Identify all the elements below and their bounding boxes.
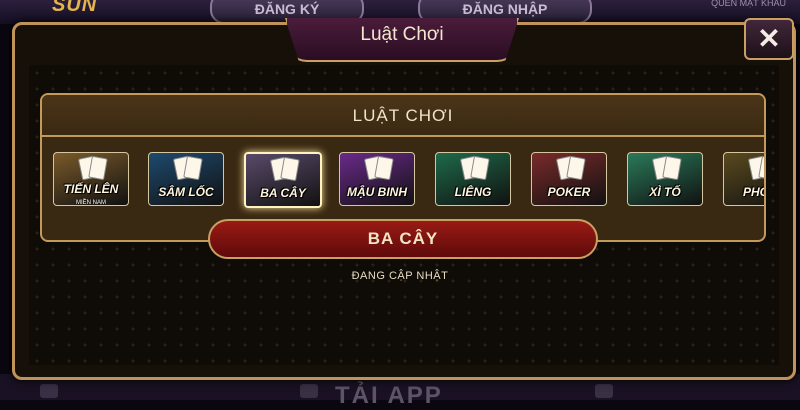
playing-card-icon [470,155,490,181]
playing-card-icon [374,155,394,181]
game-tile[interactable]: MẬU BINH [339,152,415,206]
playing-card-icon [280,156,300,182]
playing-card-icon [662,155,682,181]
card-icon[interactable] [300,384,318,398]
game-tile-label: TIẾN LÊN [63,182,119,196]
game-logo: SUN [52,0,98,16]
game-tile[interactable]: PHỎM [723,152,764,206]
game-tile-sublabel: MIỀN NAM [76,200,106,206]
playing-card-icon [183,155,203,181]
game-tile-label: MẬU BINH [347,185,407,199]
game-tile-label: SÂM LỐC [158,185,214,199]
panel-title: LUẬT CHƠI [42,95,764,137]
forgot-password-link[interactable]: QUÊN MẬT KHẨU [711,0,786,8]
playing-card-icon [566,155,586,181]
game-tile[interactable]: BA CÂY [244,152,322,208]
game-tile-label: PHỎM [743,185,764,199]
playing-card-icon [88,155,108,181]
selected-game-title: BA CÂY [208,219,598,259]
game-tile[interactable]: TIẾN LÊN MIỀN NAM [53,152,129,206]
close-button[interactable]: ✕ [744,18,794,60]
game-tile[interactable]: SÂM LỐC [148,152,224,206]
shop-icon[interactable] [595,384,613,398]
game-tile[interactable]: XÌ TỐ [627,152,703,206]
game-tile[interactable]: LIÊNG [435,152,511,206]
game-tile-label: BA CÂY [260,186,306,200]
download-app-label[interactable]: TẢI APP [335,382,443,410]
game-tile-label: LIÊNG [454,185,492,199]
modal-title: Luật Chơi [360,24,444,45]
bottom-menu-icon[interactable] [40,384,58,398]
game-tile-label: XÌ TỐ [649,185,681,199]
game-tile-label: POKER [547,185,591,199]
status-text: ĐANG CẬP NHẬT [351,270,449,282]
game-tile[interactable]: POKER [531,152,607,206]
close-icon: ✕ [757,23,781,54]
